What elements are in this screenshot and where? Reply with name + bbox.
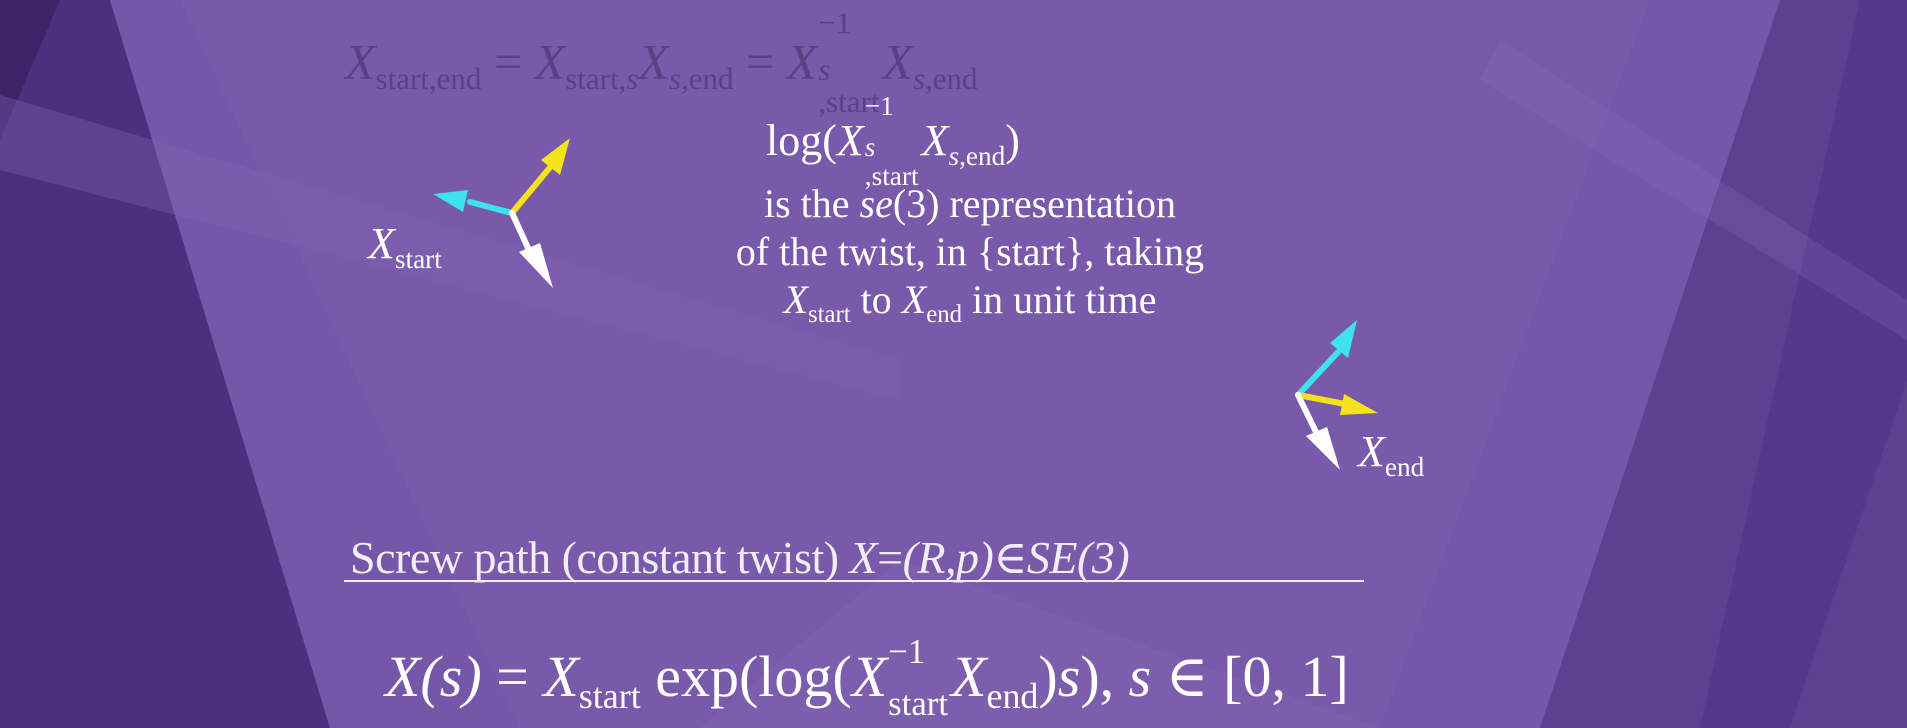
main-eq-sub-start2: start [888, 684, 949, 723]
main-eq-s: s [1057, 643, 1081, 709]
main-eq-sub-start: start [578, 676, 641, 717]
main-eq-x2: X [851, 643, 888, 709]
screw-heading-text: Screw path (constant twist) [350, 532, 850, 583]
main-eq-x1: X [543, 643, 579, 709]
frame-end-label-x: X [1358, 427, 1385, 476]
main-eq-equals: = [481, 643, 544, 709]
screw-heading-group: SE(3) [1026, 532, 1130, 583]
frame-end-label-sub: end [1384, 451, 1425, 482]
screw-heading-x: X [849, 532, 878, 583]
main-eq-s2: s [1128, 643, 1152, 709]
screw-path-heading: Screw path (constant twist) X=(R,p)∈SE(3… [350, 530, 1130, 584]
screw-heading-eq: = [877, 532, 903, 583]
screw-heading-underline [344, 580, 1364, 582]
main-eq-close2: ), [1080, 643, 1129, 709]
screw-heading-tuple: (R,p) [902, 532, 994, 583]
main-eq-interval: [0, 1] [1223, 643, 1349, 709]
main-eq-exp-log: exp(log( [640, 643, 852, 709]
screw-heading-in: ∈ [993, 532, 1027, 583]
main-eq-sup: −1 [888, 631, 926, 671]
main-eq-in: ∈ [1151, 643, 1224, 709]
frame-end-label: Xend [1358, 427, 1424, 481]
frame-end-icon [1295, 320, 1378, 470]
main-eq-lhs: X(s) [385, 643, 482, 709]
main-eq-x3: X [951, 643, 987, 709]
main-equation: X(s) = Xstart exp(log(X −1 start Xend)s), s… [385, 633, 1349, 721]
main-eq-close1: ) [1038, 643, 1058, 709]
main-eq-supsub: −1 start [888, 633, 948, 721]
main-eq-sub-end: end [986, 676, 1039, 717]
